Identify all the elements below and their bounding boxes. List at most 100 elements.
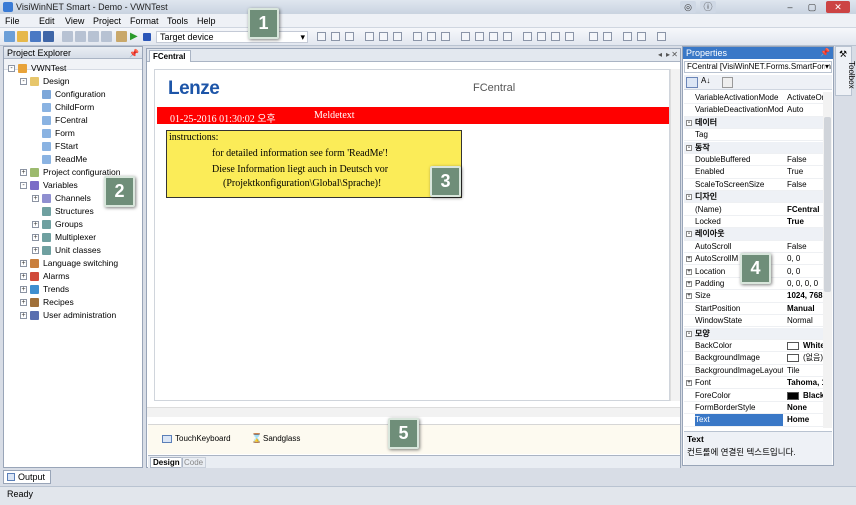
property-category[interactable]: - 데이터 [684,116,823,130]
property-value[interactable]: Normal [787,315,823,327]
property-category[interactable]: - 디자인 [684,191,823,204]
expand-icon[interactable]: + [20,169,27,176]
property-row[interactable]: VariableActivationMode ActivateOn [684,92,823,105]
align-top-icon[interactable] [365,32,374,41]
open-icon[interactable] [17,31,28,42]
property-value[interactable]: Tahoma, 1 [787,377,823,389]
expand-icon[interactable]: + [20,273,27,280]
instructions-box[interactable]: instructions: for detailed information s… [166,130,462,198]
copy-icon[interactable] [75,31,86,42]
expand-icon[interactable]: + [20,299,27,306]
start-icon[interactable]: ▶ [130,31,138,42]
property-value[interactable]: FCentral [787,204,823,216]
message-text[interactable]: Meldetext [314,110,355,121]
collapse-icon[interactable]: - [686,194,692,201]
property-row[interactable]: Tag [684,129,823,142]
save-icon[interactable] [30,31,41,42]
menu-project[interactable]: Project [93,16,121,26]
property-category[interactable]: - 레이아웃 [684,228,823,241]
info-icon[interactable]: ⓘ [700,1,716,13]
property-value[interactable]: ActivateOn [787,92,823,104]
hspace-equal-icon[interactable] [461,32,470,41]
property-value[interactable]: (없음) [803,352,823,364]
collapse-icon[interactable]: - [20,78,27,85]
bring-to-front-icon[interactable] [623,32,632,41]
property-value[interactable]: 0, 0 [787,266,823,278]
property-value[interactable]: False [787,241,823,253]
property-value[interactable]: Home [787,414,823,426]
property-row[interactable]: + Size 1024, 768 [684,290,823,303]
menu-view[interactable]: View [65,16,84,26]
new-project-icon[interactable] [4,31,15,42]
expand-icon[interactable]: + [686,256,692,263]
target-device-select[interactable]: Target device ▾ [156,31,308,43]
same-width-icon[interactable] [413,32,422,41]
collapse-icon[interactable]: - [20,182,27,189]
close-document-icon[interactable]: ✕ [671,50,678,59]
scrollbar-thumb[interactable] [824,117,831,292]
close-button[interactable]: ✕ [826,1,850,13]
collapse-icon[interactable]: - [686,330,692,337]
help-icon[interactable]: ◎ [680,1,696,13]
object-selector[interactable]: FCentral [VisiWinNET.Forms.SmartForm ▾ [684,61,832,73]
horizontal-scrollbar[interactable] [147,407,680,417]
menu-edit[interactable]: Edit [39,16,55,26]
align-bottom-icon[interactable] [393,32,402,41]
collapse-icon[interactable]: - [8,65,15,72]
property-value[interactable]: Black [803,390,823,402]
same-size-icon[interactable] [441,32,450,41]
expand-icon[interactable]: + [20,286,27,293]
center-vertically-icon[interactable] [603,32,612,41]
categorized-icon[interactable] [686,77,698,88]
expand-icon[interactable]: + [686,281,692,287]
property-value[interactable]: True [787,166,823,178]
tab-design[interactable]: Design [150,457,183,468]
property-row[interactable]: ForeColor Black [684,390,823,402]
menu-tools[interactable]: Tools [167,16,188,26]
menu-format[interactable]: Format [130,16,159,26]
property-row[interactable]: + Font Tahoma, 1 [684,377,823,390]
align-left-icon[interactable] [317,32,326,41]
undo-icon[interactable] [116,31,127,42]
vspace-increase-icon[interactable] [537,32,546,41]
expand-icon[interactable]: + [686,268,692,275]
property-category[interactable]: - 모양 [684,327,823,340]
property-row[interactable]: BackgroundImageLayout Tile [684,365,823,378]
output-tab[interactable]: Output [3,470,51,484]
expand-icon[interactable]: + [32,195,39,202]
property-grid-scrollbar[interactable] [823,92,832,428]
property-value[interactable]: None [787,402,823,414]
property-row[interactable]: AutoScroll False [684,241,823,254]
stop-icon[interactable] [143,33,151,41]
menu-file[interactable]: File [5,16,20,26]
maximize-button[interactable]: ▢ [804,1,820,13]
hspace-decrease-icon[interactable] [489,32,498,41]
property-pages-icon[interactable] [722,77,733,88]
property-value[interactable]: True [787,216,823,228]
property-value[interactable]: Auto [787,104,823,116]
vspace-decrease-icon[interactable] [551,32,560,41]
property-row[interactable]: (Name) FCentral [684,204,823,216]
collapse-icon[interactable]: - [686,144,692,151]
property-category[interactable]: - 동작 [684,141,823,154]
tray-touchkeyboard[interactable]: TouchKeyboard [175,434,231,443]
property-value[interactable]: False [787,179,823,191]
property-row[interactable]: WindowState Normal [684,315,823,328]
tab-code[interactable]: Code [181,457,207,468]
tab-fcentral[interactable]: FCentral [149,50,191,62]
property-value[interactable]: White [803,340,823,352]
property-value[interactable]: 1024, 768 [787,290,823,302]
property-row[interactable]: Enabled True [684,166,823,179]
send-to-back-icon[interactable] [637,32,646,41]
cut-icon[interactable] [62,31,73,42]
align-center-icon[interactable] [331,32,340,41]
form-name-label[interactable]: FCentral [473,82,515,94]
expand-icon[interactable]: + [686,293,692,300]
expand-icon[interactable]: + [32,234,39,241]
menu-help[interactable]: Help [197,16,216,26]
paste-icon[interactable] [88,31,99,42]
tab-scroll-left-icon[interactable]: ◂ [658,50,662,59]
expand-icon[interactable]: + [32,221,39,228]
toolbox-sidebar-tab[interactable]: ⚒ Toolbox [835,46,856,96]
property-value[interactable]: False [787,154,823,166]
